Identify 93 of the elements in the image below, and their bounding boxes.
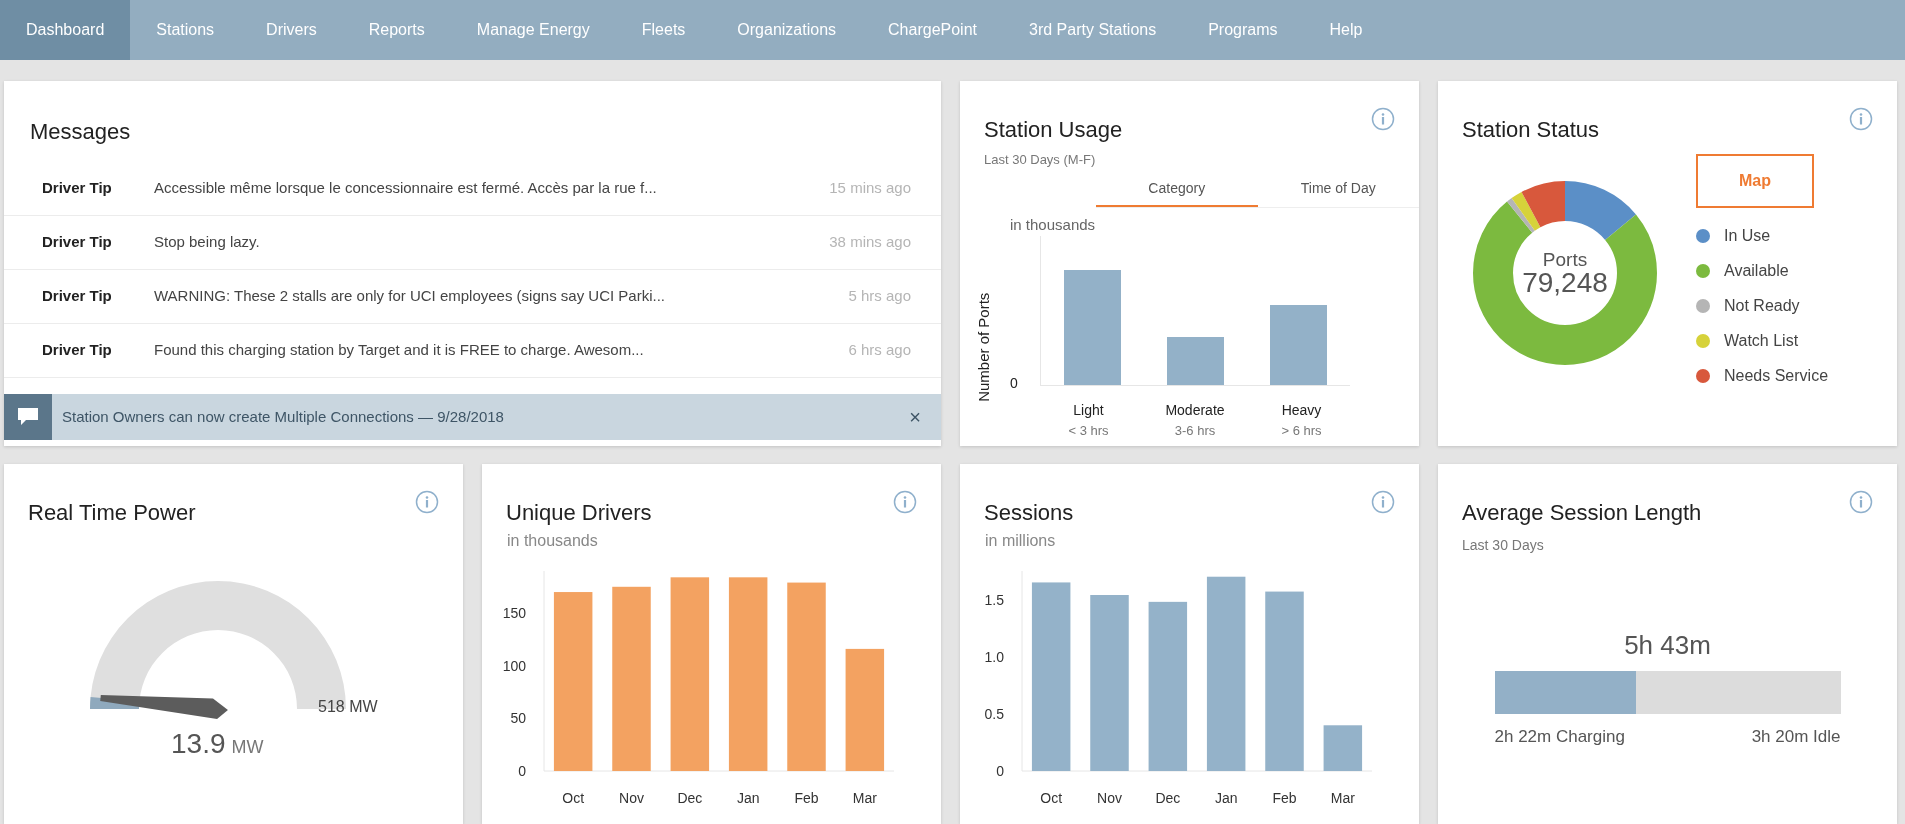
bar — [1323, 725, 1363, 771]
category-range: < 3 hrs — [1068, 422, 1109, 440]
message-time: 38 mins ago — [829, 232, 911, 253]
info-icon[interactable] — [893, 490, 917, 514]
message-time: 6 hrs ago — [848, 340, 911, 361]
axis-category-label: Oct — [1040, 790, 1063, 806]
message-text: Found this charging station by Target and it is FREE to charge. Awesom... — [154, 340, 645, 361]
axis-category-label: Dec — [1155, 790, 1181, 806]
axis-category-label: Oct — [562, 790, 585, 806]
message-time: 15 mins ago — [829, 178, 911, 199]
banner-text: Station Owners can now create Multiple Connections — 9/28/2018 — [62, 406, 505, 427]
axis-category-label: Nov — [619, 790, 644, 806]
nav-tab[interactable]: 3rd Party Stations — [1003, 0, 1183, 60]
info-icon[interactable] — [1371, 107, 1395, 131]
charging-duration: 2h 22m Charging — [1494, 726, 1625, 748]
category-label: Moderate — [1165, 401, 1225, 420]
axis-category-label: Feb — [794, 790, 819, 806]
axis-tick-label: 50 — [510, 710, 526, 727]
axis-tick-label: 0.5 — [984, 705, 1004, 722]
card-title: Sessions — [984, 499, 1074, 527]
category-label: Heavy — [1281, 401, 1322, 420]
unit-label: in thousands — [1010, 214, 1097, 235]
legend-label: Not Ready — [1724, 296, 1800, 316]
message-time: 5 hrs ago — [848, 286, 911, 307]
axis-category-label: Jan — [1214, 790, 1238, 806]
power-unit: MW — [231, 736, 264, 759]
nav-tab[interactable]: ChargePoint — [862, 0, 1003, 60]
axis-title: Number of Ports — [974, 292, 994, 402]
nav-tab[interactable]: Organizations — [711, 0, 863, 60]
info-icon[interactable] — [415, 490, 439, 514]
nav-tab[interactable]: Fleets — [615, 0, 712, 60]
nav-tab[interactable]: Help — [1303, 0, 1389, 60]
card-title: Station Usage — [984, 116, 1123, 144]
axis-tick-label: 0 — [1010, 374, 1019, 393]
chart-tab[interactable]: Category — [1096, 177, 1258, 207]
legend-label: Watch List — [1724, 331, 1799, 351]
message-type: Driver Tip — [42, 178, 113, 199]
info-icon[interactable] — [1849, 107, 1873, 131]
message-text: Accessible même lorsque le concessionnaire est fermé. Accès par la rue f... — [154, 178, 658, 199]
category-range: > 6 hrs — [1281, 422, 1322, 440]
nav-tab[interactable]: Stations — [130, 0, 241, 60]
message-row[interactable]: Driver Tip WARNING: These 2 stalls are only for UCI employees (signs say UCI Parki... 5 hrs ago — [4, 270, 941, 324]
nav-tab[interactable]: Manage Energy — [450, 0, 616, 60]
card-subtitle: Last 30 Days (M-F) — [983, 151, 1097, 169]
axis-category-label: Mar — [1330, 790, 1355, 806]
card-subtitle: in thousands — [506, 531, 599, 551]
legend-label: In Use — [1724, 226, 1771, 246]
axis-tick-label: 100 — [502, 657, 526, 674]
axis-tick-label: 0 — [996, 763, 1004, 779]
donut-center-label: Ports — [1542, 249, 1588, 269]
info-icon[interactable] — [1371, 490, 1395, 514]
message-row[interactable]: Driver Tip Accessible même lorsque le concessionnaire est fermé. Accès par la rue f... 15 mins ago — [4, 162, 941, 216]
message-row[interactable]: Driver Tip Found this charging station by Target and it is FREE to charge. Awesom... 6 hrs ago — [4, 324, 941, 378]
message-text: WARNING: These 2 stalls are only for UCI employees (signs say UCI Parki... — [154, 286, 666, 307]
close-button[interactable]: × — [909, 402, 921, 432]
power-value: 13.9 — [171, 727, 226, 761]
map-button[interactable]: Map — [1696, 154, 1814, 208]
nav-tab[interactable]: Dashboard — [0, 0, 131, 60]
nav-tab[interactable]: Programs — [1182, 0, 1304, 60]
legend-label: Needs Service — [1724, 366, 1829, 386]
card-subtitle: Last 30 Days — [1461, 536, 1545, 555]
axis-tick-label: 1.0 — [984, 648, 1004, 665]
nav-tab[interactable]: Drivers — [240, 0, 343, 60]
card-title: Messages — [29, 118, 132, 146]
axis-category-label: Nov — [1097, 790, 1122, 806]
category-label: Light — [1073, 401, 1104, 420]
chart-tab[interactable]: Time of Day — [1257, 177, 1419, 207]
donut-center-value: 79,248 — [1522, 268, 1608, 297]
message-type: Driver Tip — [42, 286, 113, 307]
card-subtitle: in millions — [984, 531, 1057, 551]
card-title: Station Status — [1462, 116, 1599, 144]
message-text: Stop being lazy. — [154, 232, 261, 253]
axis-category-label: Dec — [677, 790, 703, 806]
bar — [1167, 337, 1224, 385]
card-title: Real Time Power — [28, 499, 196, 527]
axis-category-label: Jan — [736, 790, 760, 806]
message-row[interactable]: Driver Tip Stop being lazy. 38 mins ago — [4, 216, 941, 270]
idle-duration: 3h 20m Idle — [1751, 726, 1841, 748]
card-title: Average Session Length — [1462, 499, 1702, 527]
axis-tick-label: 1.5 — [984, 591, 1004, 608]
total-duration: 5h 43m — [1624, 629, 1711, 662]
axis-category-label: Mar — [852, 790, 877, 806]
category-range: 3-6 hrs — [1174, 422, 1216, 440]
card-title: Unique Drivers — [506, 499, 652, 527]
axis-category-label: Feb — [1272, 790, 1297, 806]
gauge-max-label: 518 MW — [318, 697, 378, 717]
info-icon[interactable] — [1849, 490, 1873, 514]
axis-tick-label: 150 — [502, 605, 526, 622]
nav-tab[interactable]: Reports — [342, 0, 451, 60]
axis-tick-label: 0 — [518, 763, 526, 779]
message-type: Driver Tip — [42, 232, 113, 253]
message-type: Driver Tip — [42, 340, 113, 361]
legend-label: Available — [1724, 261, 1789, 281]
